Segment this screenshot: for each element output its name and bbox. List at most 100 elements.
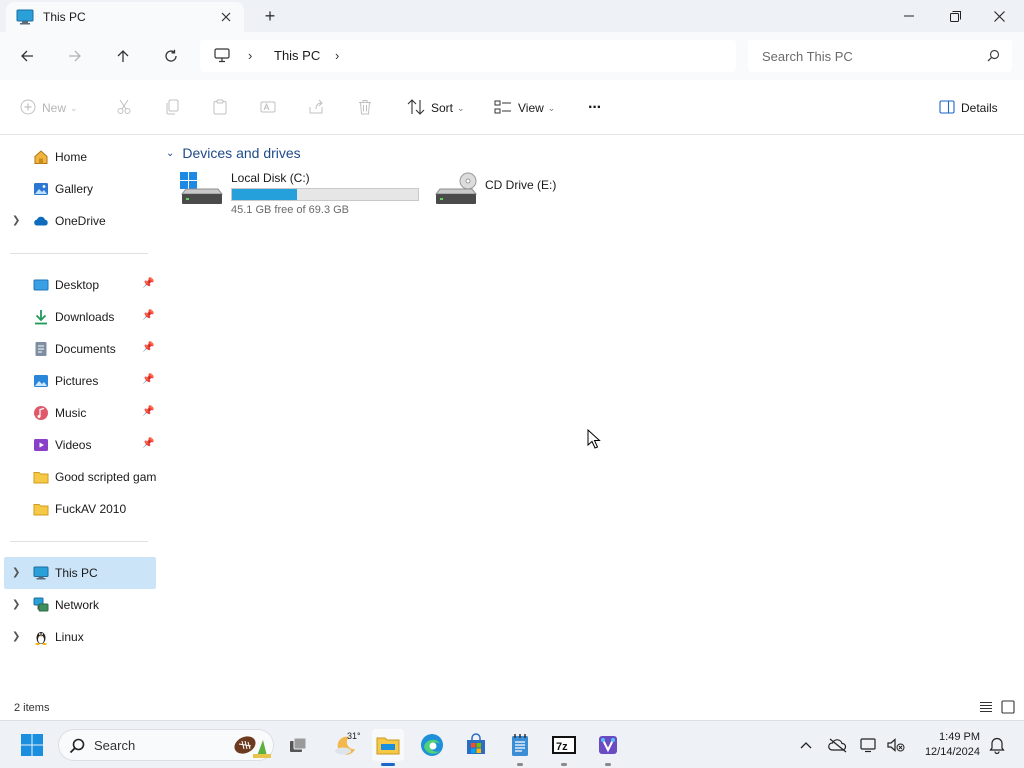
onedrive-icon xyxy=(33,213,49,229)
sidebar-item-music[interactable]: Music 📌 xyxy=(4,397,156,429)
sidebar-item-label: Linux xyxy=(55,630,84,644)
new-button[interactable]: New ⌄ xyxy=(20,94,78,122)
new-tab-button[interactable]: + xyxy=(259,5,281,27)
back-button[interactable] xyxy=(13,42,41,70)
pin-icon[interactable]: 📌 xyxy=(142,278,154,289)
network-status-icon[interactable] xyxy=(858,733,882,757)
sidebar-item-this-pc[interactable]: ❯ This PC xyxy=(4,557,156,589)
chevron-right-icon[interactable]: ❯ xyxy=(12,631,20,642)
sidebar-item-label: Desktop xyxy=(55,278,100,292)
sidebar-item-home[interactable]: Home xyxy=(4,141,156,173)
copy-button[interactable] xyxy=(164,94,180,122)
sort-button[interactable]: Sort ⌄ xyxy=(407,94,465,122)
view-label: View xyxy=(518,101,544,115)
taskbar-search[interactable] xyxy=(58,729,274,761)
close-tab-icon[interactable] xyxy=(216,7,236,27)
refresh-button[interactable] xyxy=(157,42,185,70)
pin-icon[interactable]: 📌 xyxy=(142,310,154,321)
close-button[interactable] xyxy=(976,0,1022,32)
task-view-button[interactable] xyxy=(282,729,314,761)
sidebar-item-onedrive[interactable]: ❯ OneDrive xyxy=(4,205,156,237)
network-icon xyxy=(33,597,49,613)
search-box[interactable] xyxy=(748,40,1012,72)
search-highlight-icon xyxy=(229,732,273,763)
running-indicator xyxy=(381,763,395,766)
breadcrumb-separator[interactable]: › xyxy=(248,48,252,63)
drive-name: CD Drive (E:) xyxy=(485,178,557,192)
chevron-right-icon[interactable]: ❯ xyxy=(12,567,20,578)
details-pane-icon xyxy=(939,99,955,117)
drive-item-local-disk[interactable]: Local Disk (C:) 45.1 GB free of 69.3 GB xyxy=(180,168,430,220)
sidebar-item-network[interactable]: ❯ Network xyxy=(4,589,156,621)
details-button[interactable]: Details xyxy=(939,94,998,122)
pin-icon[interactable]: 📌 xyxy=(142,406,154,417)
sidebar-item-label: Home xyxy=(55,150,88,164)
store-taskbar-button[interactable] xyxy=(460,729,492,761)
paste-button[interactable] xyxy=(212,94,228,122)
share-button[interactable] xyxy=(308,94,324,122)
sidebar-item-pictures[interactable]: Pictures 📌 xyxy=(4,365,156,397)
show-hidden-icons-button[interactable] xyxy=(794,733,818,757)
address-bar[interactable]: › This PC › xyxy=(200,40,736,72)
volume-muted-icon[interactable] xyxy=(884,733,908,757)
maximize-button[interactable] xyxy=(932,0,978,32)
sidebar-item-videos[interactable]: Videos 📌 xyxy=(4,429,156,461)
edge-taskbar-button[interactable] xyxy=(416,729,448,761)
breadcrumb-this-pc[interactable]: This PC xyxy=(274,48,320,63)
breadcrumb-separator[interactable]: › xyxy=(335,48,339,63)
sidebar-item-label: This PC xyxy=(55,566,98,580)
desktop-icon xyxy=(33,277,49,293)
pin-icon[interactable]: 📌 xyxy=(142,438,154,449)
file-explorer-taskbar-button[interactable] xyxy=(372,729,404,766)
svg-text:7z: 7z xyxy=(556,741,568,753)
sidebar-item-folder[interactable]: FuckAV 2010 xyxy=(4,493,156,525)
taskbar-clock[interactable]: 1:49 PM 12/14/2024 xyxy=(914,730,980,760)
chevron-right-icon[interactable]: ❯ xyxy=(12,215,20,226)
file-list-area: ⌄ Devices and drives Local Disk (C:) 45.… xyxy=(160,136,1024,696)
paste-icon xyxy=(212,99,228,118)
drive-item-cd-drive[interactable]: CD Drive (E:) xyxy=(434,168,584,220)
search-input[interactable] xyxy=(762,47,972,65)
chevron-right-icon[interactable]: ❯ xyxy=(12,599,20,610)
sidebar-item-downloads[interactable]: Downloads 📌 xyxy=(4,301,156,333)
minimize-button[interactable] xyxy=(886,0,932,32)
clock-time: 1:49 PM xyxy=(939,731,980,743)
clock-date: 12/14/2024 xyxy=(924,746,980,758)
details-view-icon[interactable] xyxy=(979,700,995,716)
sidebar-item-label: OneDrive xyxy=(55,214,106,228)
sidebar-item-desktop[interactable]: Desktop 📌 xyxy=(4,269,156,301)
sidebar-divider xyxy=(10,253,148,254)
trash-icon xyxy=(357,99,373,118)
view-button[interactable]: View ⌄ xyxy=(494,94,555,122)
start-button[interactable] xyxy=(16,729,48,761)
pin-icon[interactable]: 📌 xyxy=(142,374,154,385)
notepad-taskbar-button[interactable] xyxy=(504,729,536,766)
sidebar-item-documents[interactable]: Documents 📌 xyxy=(4,333,156,365)
sort-icon xyxy=(407,98,425,118)
group-header-devices[interactable]: ⌄ Devices and drives xyxy=(166,145,301,161)
pin-icon[interactable]: 📌 xyxy=(142,342,154,353)
search-icon[interactable] xyxy=(987,49,1000,65)
more-options-button[interactable]: ··· xyxy=(588,94,602,122)
sort-label: Sort xyxy=(431,101,454,115)
notification-bell-icon[interactable] xyxy=(985,733,1009,757)
rename-button[interactable] xyxy=(260,94,276,122)
delete-button[interactable] xyxy=(357,94,373,122)
onedrive-offline-icon[interactable] xyxy=(826,733,850,757)
mouse-cursor-icon xyxy=(587,428,601,452)
command-bar: New ⌄ Sort ⌄ View ⌄ ··· Details xyxy=(0,80,1024,135)
forward-button[interactable] xyxy=(61,42,89,70)
up-button[interactable] xyxy=(109,42,137,70)
sidebar-item-linux[interactable]: ❯ Linux xyxy=(4,621,156,653)
sidebar-item-label: Network xyxy=(55,598,100,612)
tab-this-pc[interactable]: This PC xyxy=(6,2,244,32)
sidebar-item-folder[interactable]: Good scripted gam xyxy=(4,461,156,493)
taskbar-search-input[interactable] xyxy=(94,738,204,753)
cut-button[interactable] xyxy=(116,94,132,122)
large-icons-view-icon[interactable] xyxy=(1001,700,1017,716)
app-taskbar-button[interactable] xyxy=(592,729,624,766)
cd-drive-icon xyxy=(434,172,478,213)
sidebar-item-gallery[interactable]: Gallery xyxy=(4,173,156,205)
chevron-down-icon: ⌄ xyxy=(166,147,175,159)
7zip-taskbar-button[interactable]: 7z xyxy=(548,729,580,766)
